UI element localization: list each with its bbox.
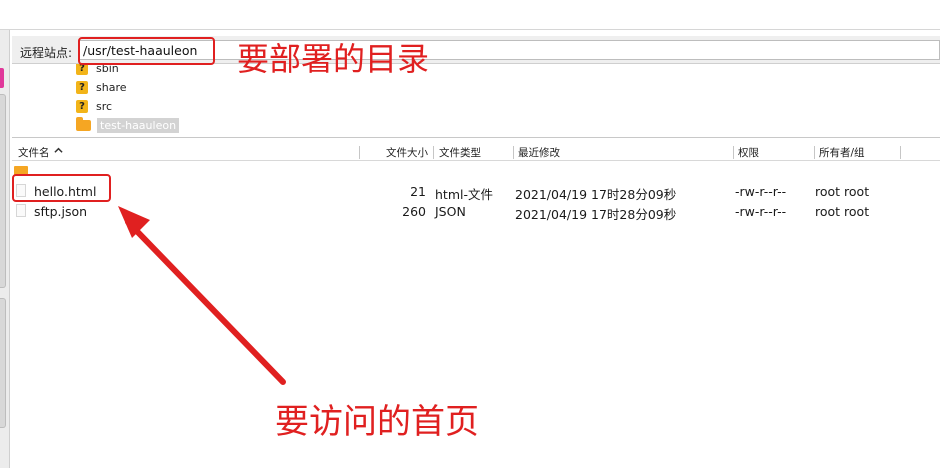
annotation-arrow xyxy=(118,206,286,385)
